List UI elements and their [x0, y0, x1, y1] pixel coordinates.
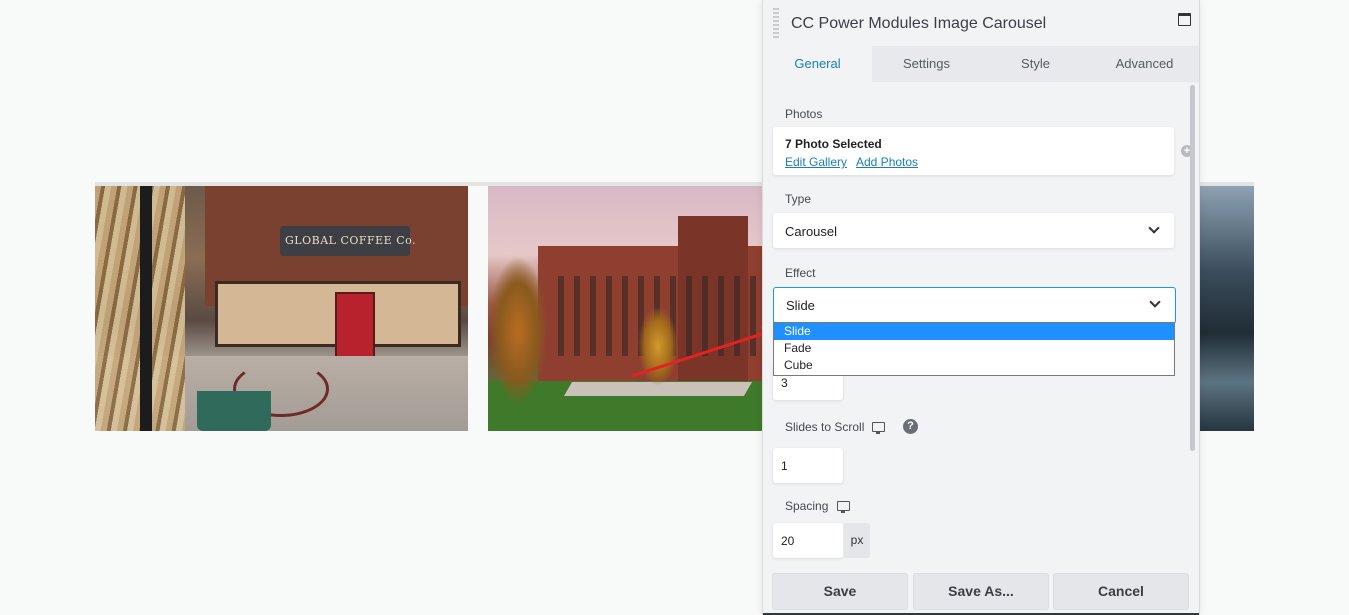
panel-scrollbar[interactable] [1190, 85, 1195, 451]
effect-select-value: Slide [786, 298, 815, 313]
spacing-value: 20 [781, 534, 795, 548]
storefront-sign-text: GLOBAL COFFEE Co. [285, 234, 417, 247]
tab-general[interactable]: General [763, 46, 872, 82]
panel-body: Photos 7 Photo Selected Edit Gallery Add… [763, 82, 1199, 570]
spacing-unit: px [844, 523, 870, 558]
save-button[interactable]: Save [772, 573, 908, 610]
chevron-down-icon [1149, 296, 1161, 308]
tab-advanced[interactable]: Advanced [1090, 46, 1199, 82]
slides-to-scroll-value: 1 [781, 459, 788, 473]
effect-label: Effect [785, 266, 816, 280]
drag-handle-icon[interactable] [773, 8, 779, 40]
save-as-button[interactable]: Save As... [913, 573, 1049, 610]
lamp-pole [140, 186, 152, 431]
edit-gallery-link[interactable]: Edit Gallery [785, 155, 847, 169]
panel-header: CC Power Modules Image Carousel [763, 0, 1199, 46]
planter [197, 391, 271, 431]
carousel-slide-river [1193, 186, 1254, 431]
maximize-icon[interactable] [1178, 13, 1191, 26]
spacing-input[interactable]: 20 [773, 523, 843, 558]
slides-to-scroll-input[interactable]: 1 [773, 448, 843, 483]
module-settings-panel: CC Power Modules Image Carousel General … [762, 0, 1200, 615]
panel-title: CC Power Modules Image Carousel [791, 15, 1047, 32]
type-select[interactable]: Carousel [773, 213, 1174, 248]
effect-dropdown-list: Slide Fade Cube [773, 322, 1175, 376]
tab-style[interactable]: Style [981, 46, 1090, 82]
photos-count: 7 Photo Selected [785, 137, 882, 151]
effect-option-fade[interactable]: Fade [774, 340, 1174, 357]
monitor-icon[interactable] [872, 422, 885, 434]
type-label: Type [785, 192, 812, 206]
help-icon[interactable]: ? [903, 419, 918, 434]
storefront-door [335, 292, 375, 362]
slides-to-scroll-label: Slides to Scroll [785, 420, 865, 434]
effect-option-cube[interactable]: Cube [774, 357, 1174, 374]
carousel-slide-coffee-shop: GLOBAL COFFEE Co. [95, 186, 468, 431]
effect-select[interactable]: Slide [773, 287, 1176, 324]
slides-to-show-value: 3 [781, 376, 788, 390]
chevron-down-icon [1148, 222, 1160, 234]
autumn-tree [488, 256, 548, 406]
add-photos-link[interactable]: Add Photos [856, 155, 918, 169]
tab-settings[interactable]: Settings [872, 46, 981, 82]
cancel-button[interactable]: Cancel [1053, 573, 1189, 610]
type-select-value: Carousel [785, 224, 838, 239]
monitor-icon[interactable] [837, 501, 850, 513]
effect-option-slide[interactable]: Slide [774, 323, 1174, 340]
settings-tabs: General Settings Style Advanced [763, 46, 1199, 82]
panel-footer: Save Save As... Cancel [763, 570, 1199, 615]
spacing-label: Spacing [785, 499, 829, 513]
photos-label: Photos [785, 107, 823, 121]
carousel-slide-castle-building [488, 186, 768, 431]
photos-field: 7 Photo Selected Edit Gallery Add Photos [773, 127, 1174, 175]
